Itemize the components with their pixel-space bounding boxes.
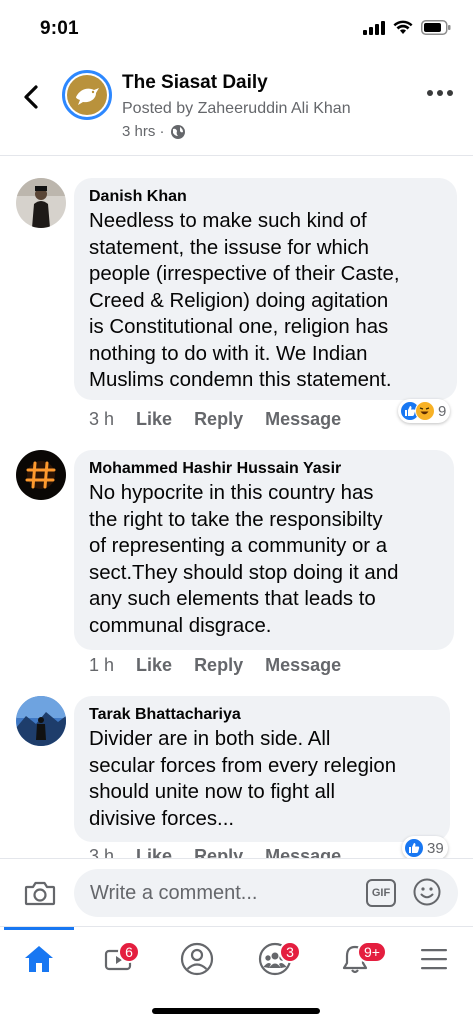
tab-home[interactable] xyxy=(15,937,63,981)
battery-icon xyxy=(421,20,451,35)
page-name[interactable]: The Siasat Daily xyxy=(122,72,268,94)
tab-profile[interactable] xyxy=(173,937,221,981)
comment-bubble[interactable]: Danish Khan Needless to make such kind o… xyxy=(74,178,457,400)
tab-watch[interactable]: 6 xyxy=(94,937,142,981)
signal-icon xyxy=(363,20,385,35)
like-reaction-icon xyxy=(404,838,424,858)
reaction-summary[interactable]: 9 xyxy=(398,399,451,423)
more-dot-icon xyxy=(437,90,443,96)
like-button[interactable]: Like xyxy=(136,409,172,430)
more-options-button[interactable] xyxy=(427,90,453,96)
comment-author[interactable]: Danish Khan xyxy=(89,188,443,206)
commenter-avatar[interactable] xyxy=(16,450,66,500)
like-button[interactable]: Like xyxy=(136,655,172,676)
comment-author[interactable]: Tarak Bhattachariya xyxy=(89,706,436,724)
comment-time: 1 h xyxy=(89,655,115,675)
dove-logo-icon xyxy=(76,88,99,105)
comment-input[interactable]: Write a comment... GIF xyxy=(74,869,458,917)
wifi-icon xyxy=(393,20,413,34)
post-time: 3 hrs · xyxy=(122,123,186,140)
comment-actions: 3 h Like Reply Message xyxy=(89,409,363,430)
gif-button[interactable]: GIF xyxy=(366,879,396,907)
emoji-button[interactable] xyxy=(412,877,442,912)
page-avatar[interactable] xyxy=(62,70,112,120)
back-button[interactable] xyxy=(18,82,44,112)
home-indicator xyxy=(152,1008,320,1014)
active-tab-indicator xyxy=(4,927,74,930)
more-dot-icon xyxy=(447,90,453,96)
posted-by: Posted by Zaheeruddin Ali Khan xyxy=(122,100,351,117)
comment-actions: 1 h Like Reply Message xyxy=(89,655,363,676)
haha-reaction-icon xyxy=(415,401,435,421)
emoji-icon xyxy=(413,878,441,906)
reply-button[interactable]: Reply xyxy=(194,655,243,676)
message-button[interactable]: Message xyxy=(265,655,341,676)
bottom-tab-bar: 6 3 9+ xyxy=(0,926,473,1024)
camera-button[interactable] xyxy=(24,879,56,912)
hamburger-menu-icon xyxy=(421,949,447,970)
comment-input-placeholder: Write a comment... xyxy=(90,882,258,904)
comment-text: Needless to make such kind of statement,… xyxy=(89,210,400,391)
groups-badge: 3 xyxy=(279,941,301,963)
post-header: The Siasat Daily Posted by Zaheeruddin A… xyxy=(0,60,473,156)
more-dot-icon xyxy=(427,90,433,96)
reply-button[interactable]: Reply xyxy=(194,409,243,430)
tab-menu[interactable] xyxy=(410,937,458,981)
profile-icon xyxy=(180,942,214,976)
status-time: 9:01 xyxy=(40,18,79,39)
comment-bubble[interactable]: Mohammed Hashir Hussain Yasir No hypocri… xyxy=(74,450,454,650)
home-icon xyxy=(25,946,53,972)
comment-text: No hypocrite in this country has the rig… xyxy=(89,482,399,637)
message-button[interactable]: Message xyxy=(265,409,341,430)
comment-time: 3 h xyxy=(89,409,115,429)
reaction-count: 39 xyxy=(427,839,444,857)
commenter-avatar[interactable] xyxy=(16,178,66,228)
camera-icon xyxy=(24,881,56,906)
watch-badge: 6 xyxy=(118,941,140,963)
reaction-count: 9 xyxy=(438,402,447,420)
notifications-badge: 9+ xyxy=(357,941,387,963)
comment-composer: Write a comment... GIF xyxy=(0,858,473,926)
comment-author[interactable]: Mohammed Hashir Hussain Yasir xyxy=(89,460,440,478)
comment-text: Divider are in both side. All secular fo… xyxy=(89,728,397,830)
commenter-avatar[interactable] xyxy=(16,696,66,746)
status-icons xyxy=(363,20,451,35)
reaction-summary[interactable]: 39 xyxy=(402,836,448,860)
globe-icon xyxy=(170,124,185,139)
tab-groups[interactable]: 3 xyxy=(251,937,301,981)
tab-notifications[interactable]: 9+ xyxy=(331,937,387,981)
comment-bubble[interactable]: Tarak Bhattachariya Divider are in both … xyxy=(74,696,450,842)
back-arrow-icon xyxy=(24,85,38,109)
status-bar: 9:01 xyxy=(0,0,473,56)
post-time-text: 3 hrs · xyxy=(122,123,165,140)
